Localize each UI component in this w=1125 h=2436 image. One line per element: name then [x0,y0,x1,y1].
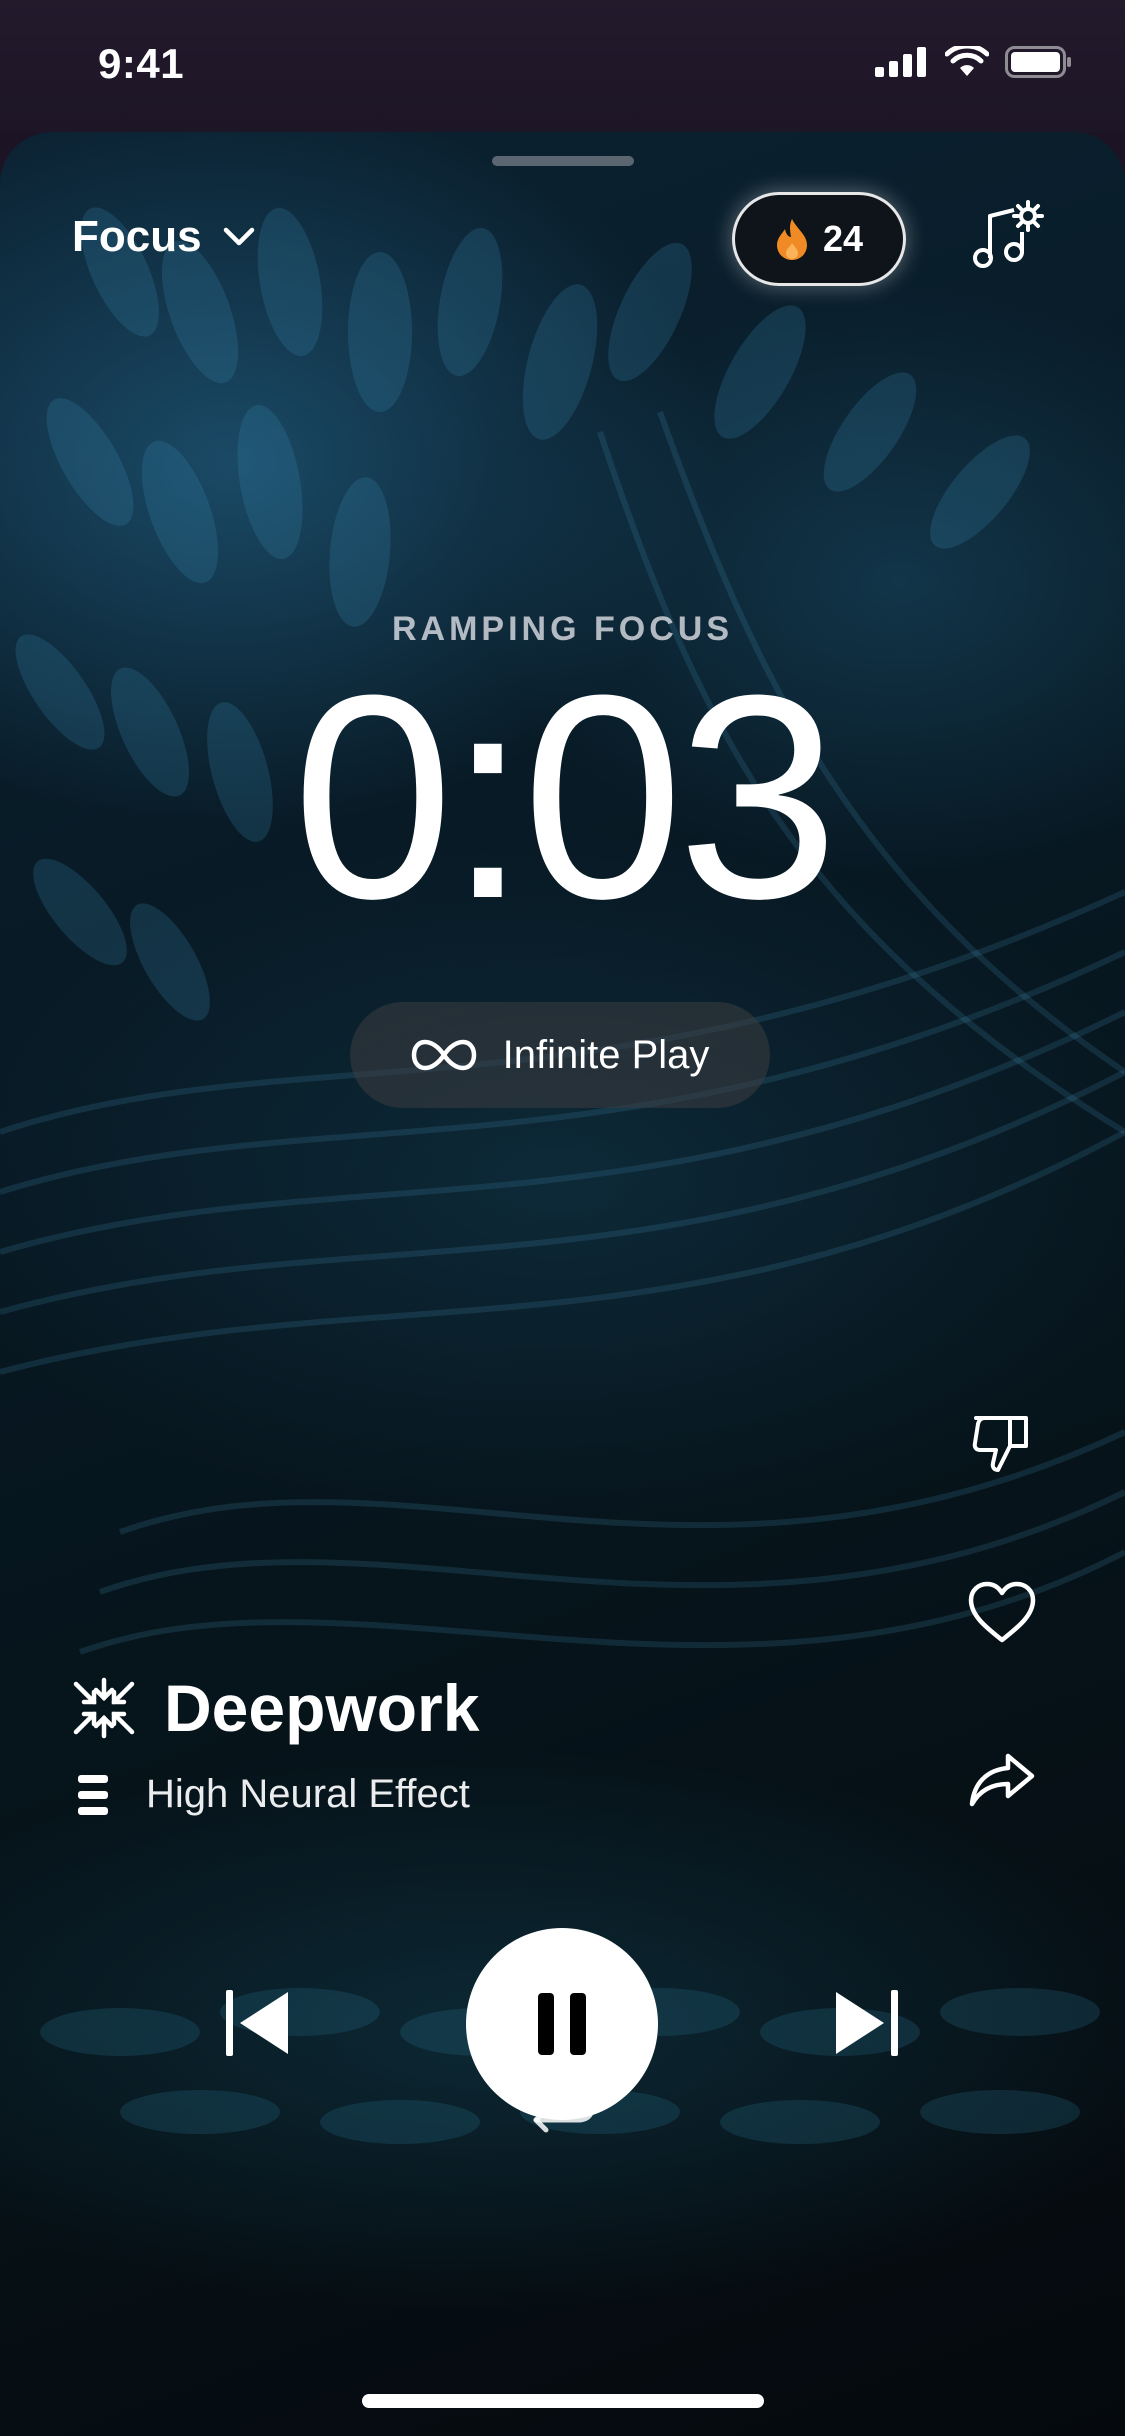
status-bar: 9:41 [0,0,1125,132]
music-settings-icon[interactable] [970,198,1046,274]
track-title-row: Deepwork [72,1670,479,1746]
infinity-icon [411,1039,476,1071]
sheet-drag-handle[interactable] [492,156,634,166]
pause-icon [538,1993,586,2055]
infinite-play-label: Infinite Play [502,1032,710,1077]
track-subtitle-row: High Neural Effect [76,1772,470,1817]
wifi-icon [945,46,989,76]
compress-icon [73,1677,135,1739]
dislike-button[interactable] [962,1404,1042,1484]
battery-icon [1005,46,1071,78]
skip-next-icon[interactable] [828,1986,902,2060]
cellular-signal-icon [875,47,926,77]
status-time: 9:41 [98,40,185,87]
mode-label: Focus [72,212,202,261]
track-title: Deepwork [164,1671,480,1745]
mode-selector[interactable]: Focus [72,212,256,262]
chevron-down-icon [223,227,254,246]
share-icon [969,1753,1035,1807]
streak-count: 24 [822,218,864,259]
status-icons [875,46,1073,78]
heart-icon [968,1581,1036,1643]
player-sheet: Focus 24 RAMPING FOCUS 0:03 Infinite Pla… [0,132,1125,2436]
like-button[interactable] [962,1572,1042,1652]
skip-previous-icon[interactable] [222,1986,296,2060]
repeat-icon[interactable] [520,2058,604,2142]
share-button[interactable] [962,1740,1042,1820]
track-subtitle: High Neural Effect [146,1772,470,1816]
thumbs-down-icon [972,1416,1028,1472]
home-indicator [362,2394,764,2408]
flame-icon [776,219,807,260]
infinite-play-button[interactable]: Infinite Play [350,1002,770,1108]
streak-badge[interactable]: 24 [732,192,906,286]
bars-icon [78,1774,108,1815]
session-timer: 0:03 [292,635,838,959]
